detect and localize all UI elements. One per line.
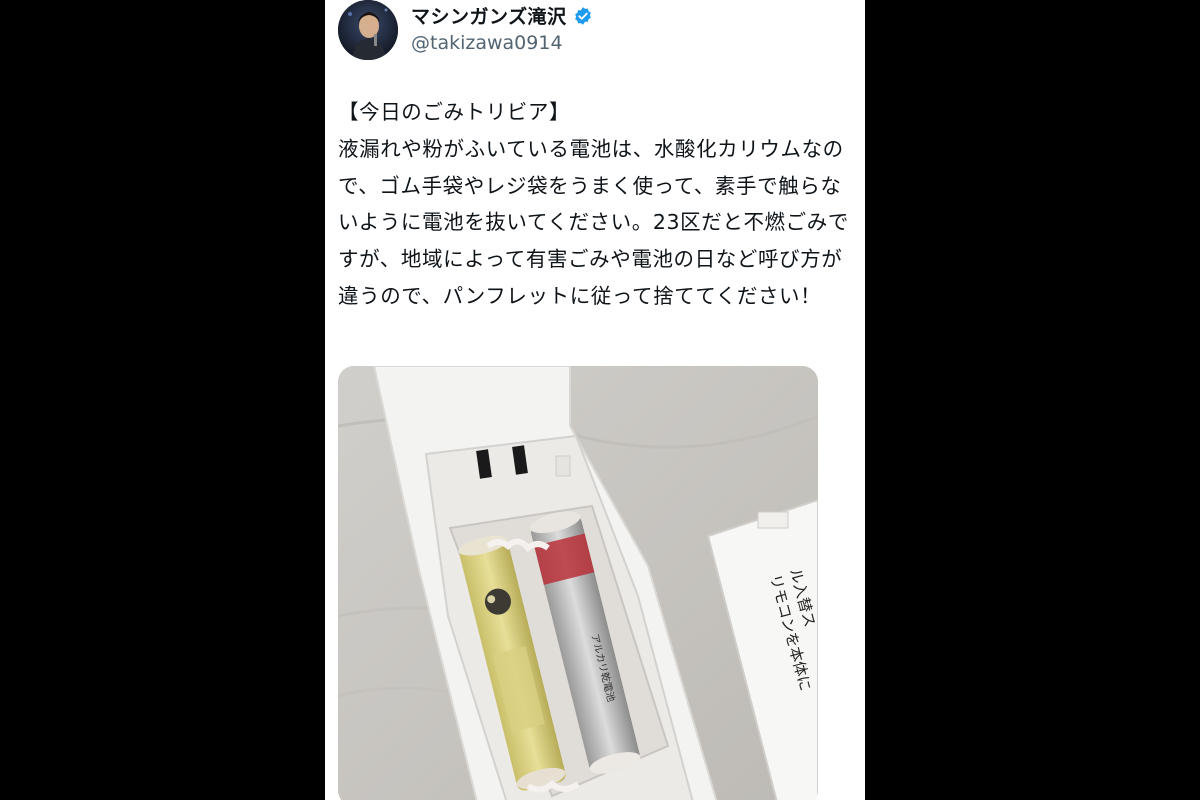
avatar[interactable] — [338, 0, 398, 60]
tweet-card: マシンガンズ滝沢 @takizawa0914 【今日のごみトリビア】 液漏れや粉… — [325, 0, 865, 800]
display-name[interactable]: マシンガンズ滝沢 — [411, 2, 593, 29]
display-name-text[interactable]: マシンガンズ滝沢 — [411, 2, 567, 29]
tweet-text: 【今日のごみトリビア】 液漏れや粉がふいている電池は、水酸化カリウムなので、ゴム… — [338, 100, 849, 308]
user-handle[interactable]: @takizawa0914 — [411, 32, 563, 54]
verified-badge-icon — [574, 6, 591, 25]
tweet-photo[interactable]: アルカリ乾電池 リモコンを本体に ル入替ス — [338, 366, 818, 800]
